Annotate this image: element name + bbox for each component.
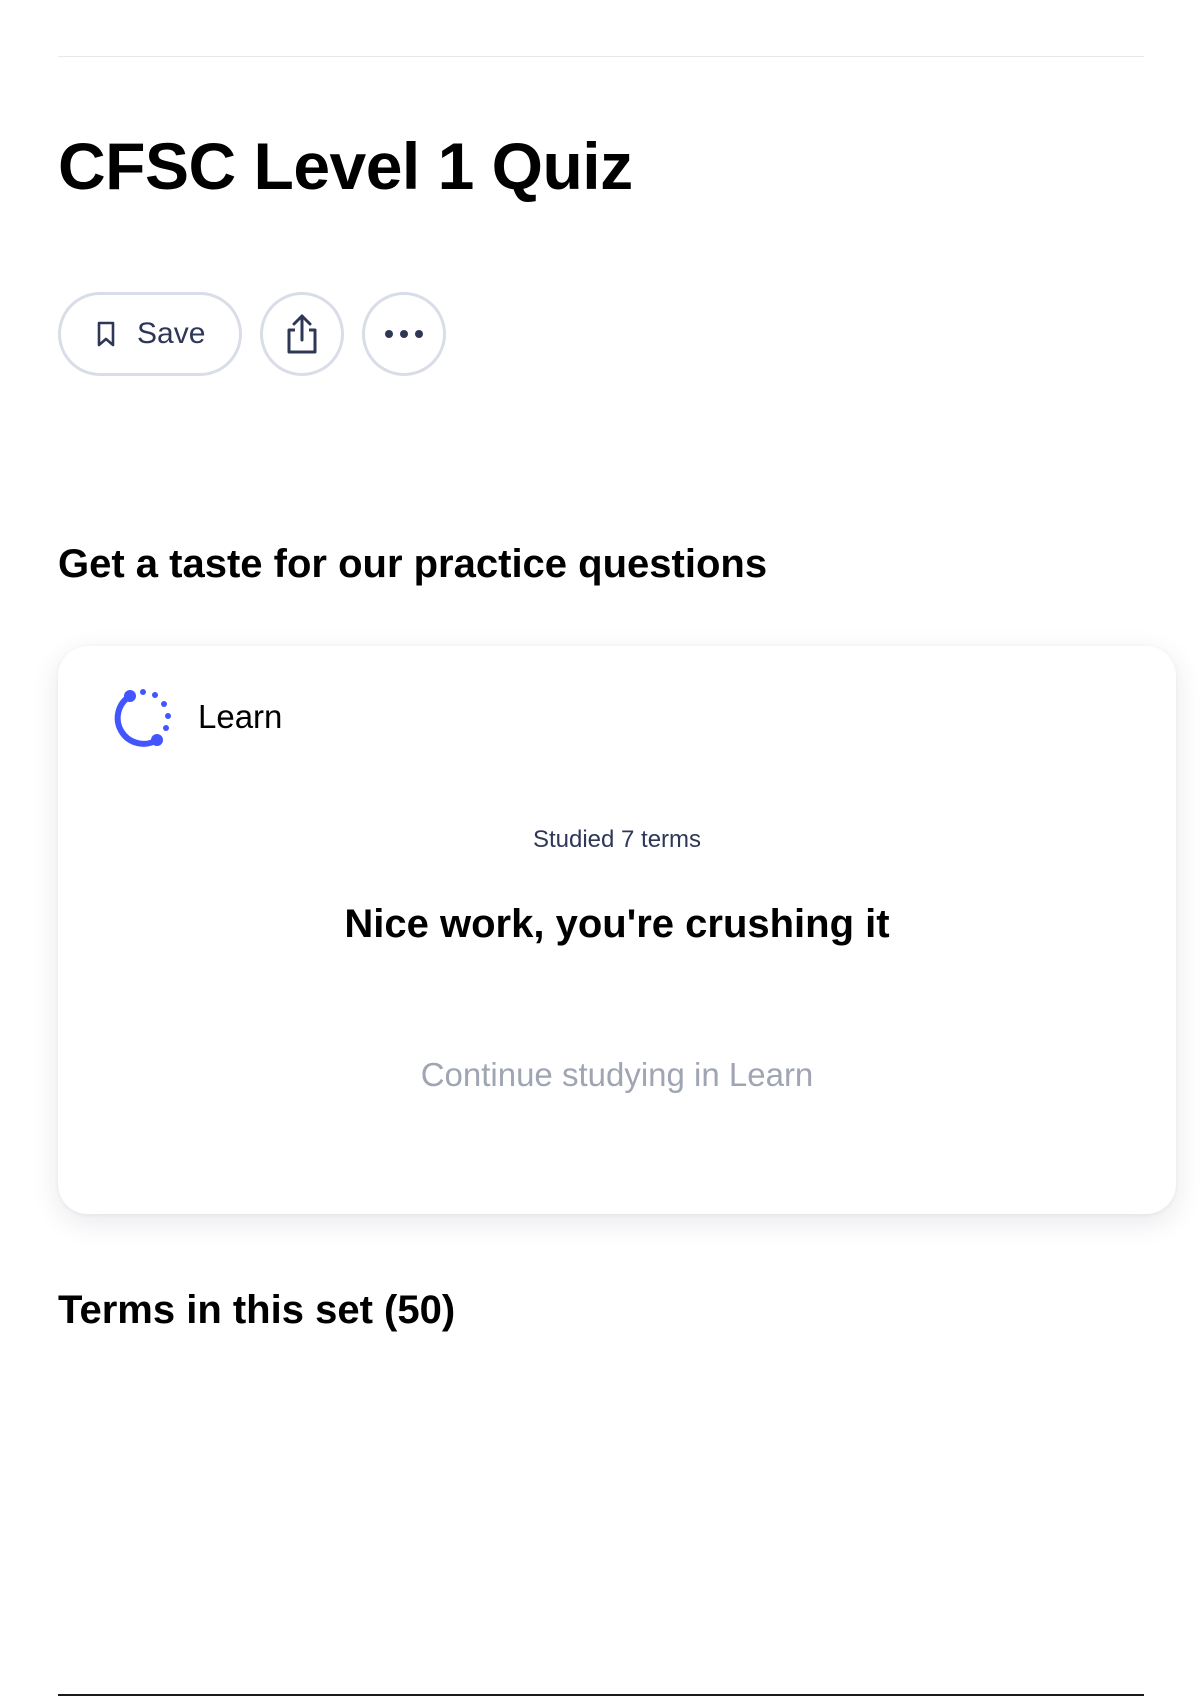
continue-learn-link[interactable]: Continue studying in Learn [58,1056,1176,1094]
share-button[interactable] [260,292,345,376]
bottom-divider [58,1694,1144,1696]
page-title: CFSC Level 1 Quiz [58,129,633,203]
learn-card-header: Learn [114,686,282,748]
learn-progress-icon [114,686,176,748]
more-horizontal-icon [384,329,424,339]
save-button-label: Save [137,317,206,350]
learn-card: Learn Studied 7 terms Nice work, you're … [58,646,1176,1214]
encouragement-message: Nice work, you're crushing it [344,902,890,946]
studied-count: Studied 7 terms [532,826,702,853]
top-divider [58,56,1144,57]
learn-card-title: Learn [198,698,283,735]
bookmark-icon [95,320,117,348]
action-bar: Save [58,292,447,376]
terms-heading: Terms in this set (50) [58,1288,456,1332]
save-button[interactable]: Save [58,292,243,376]
more-options-button[interactable] [362,292,447,376]
practice-heading: Get a taste for our practice questions [58,542,768,586]
share-icon [283,312,321,356]
set-page: CFSC Level 1 Quiz Save Get a taste for o… [58,0,1176,1700]
